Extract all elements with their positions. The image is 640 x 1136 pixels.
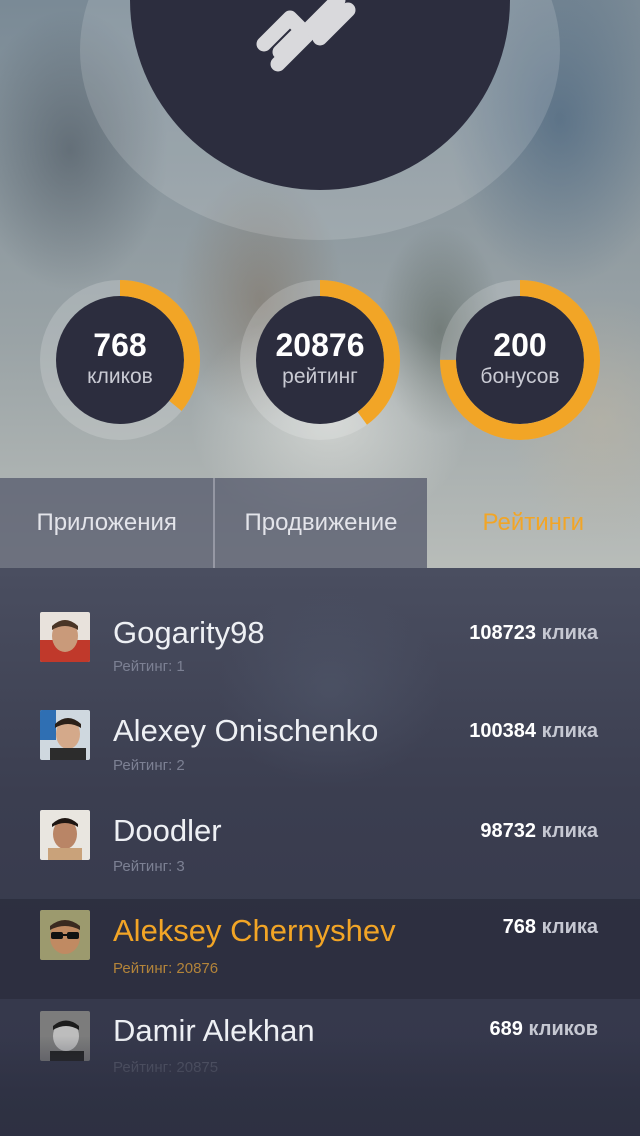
click-count-unit: клика	[541, 622, 598, 644]
list-item[interactable]: Damir Alekhan Рейтинг: 20875 689 кликов	[0, 999, 640, 1099]
user-name: Doodler	[113, 813, 222, 848]
user-name: Alexey Onischenko	[113, 713, 379, 748]
user-rank: Рейтинг: 20876	[113, 960, 219, 977]
click-count-value: 689	[489, 1018, 523, 1040]
stat-rating: 20876 рейтинг	[240, 280, 400, 440]
tab-bar: Приложения Продвижение Рейтинги	[0, 478, 640, 568]
stat-bonuses: 200 бонусов	[440, 280, 600, 440]
avatar	[40, 1011, 90, 1061]
user-name: Aleksey Chernyshev	[113, 913, 396, 948]
stat-clicks: 768 кликов	[40, 280, 200, 440]
click-count-value: 108723	[469, 622, 537, 644]
click-count: 98732 клика	[480, 819, 598, 843]
avatar	[40, 910, 90, 960]
click-count: 100384 клика	[469, 719, 598, 743]
tab-apps[interactable]: Приложения	[0, 478, 214, 568]
stat-value: 20876	[275, 327, 365, 363]
link-icon	[256, 0, 356, 72]
tab-ratings[interactable]: Рейтинги	[427, 478, 640, 568]
list-item[interactable]: Alexey Onischenko Рейтинг: 2 100384 клик…	[0, 685, 640, 785]
stat-label: бонусов	[480, 365, 560, 388]
stat-label: рейтинг	[282, 365, 358, 388]
tab-promotion[interactable]: Продвижение	[213, 478, 427, 568]
click-count-value: 100384	[469, 720, 537, 742]
list-item-current-user[interactable]: Aleksey Chernyshev Рейтинг: 20876 768 кл…	[0, 899, 640, 999]
click-count-unit: кликов	[528, 1018, 598, 1040]
leaderboard-list: Gogarity98 Рейтинг: 1 108723 клика Alexe…	[0, 568, 640, 1136]
click-count: 689 кликов	[490, 1017, 598, 1041]
stat-value: 200	[493, 327, 547, 363]
avatar	[40, 710, 90, 760]
user-rank: Рейтинг: 20875	[113, 1059, 219, 1076]
user-name: Damir Alekhan	[113, 1013, 315, 1048]
user-rank: Рейтинг: 2	[113, 757, 185, 774]
click-count-unit: клика	[541, 916, 598, 938]
click-count-value: 768	[502, 916, 537, 938]
click-count: 108723 клика	[469, 621, 598, 645]
avatar	[40, 612, 90, 662]
click-count-value: 98732	[480, 820, 537, 842]
stat-value: 768	[93, 327, 147, 363]
user-rank: Рейтинг: 3	[113, 858, 185, 875]
click-count: 768 клика	[503, 915, 598, 939]
stat-label: кликов	[87, 365, 153, 388]
user-name: Gogarity98	[113, 615, 265, 650]
click-count-unit: клика	[541, 820, 598, 842]
list-item[interactable]: Doodler Рейтинг: 3 98732 клика	[0, 785, 640, 885]
list-item[interactable]: Gogarity98 Рейтинг: 1 108723 клика	[0, 586, 640, 686]
click-count-unit: клика	[541, 720, 598, 742]
avatar	[40, 810, 90, 860]
user-rank: Рейтинг: 1	[113, 658, 185, 675]
